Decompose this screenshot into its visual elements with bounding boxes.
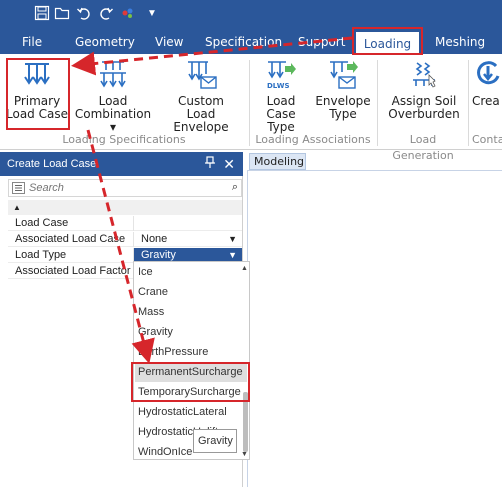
group-separator [468, 60, 469, 146]
menu-bar: File Geometry View Specification Support… [0, 30, 502, 54]
dropdown-item-temporary-surcharge[interactable]: TemporarySurcharge [138, 382, 241, 402]
dropdown-item-ice[interactable]: Ice [138, 262, 153, 282]
associated-load-case-select[interactable]: None ▼ [133, 232, 242, 247]
categorize-icon[interactable] [12, 182, 25, 197]
dropdown-arrow-icon[interactable]: ▼ [144, 5, 160, 23]
collapse-icon[interactable]: ▲ [13, 200, 21, 215]
primary-load-case-button[interactable]: Primary Load Case [4, 56, 70, 132]
dropdown-item-crane[interactable]: Crane [138, 282, 168, 302]
modeling-viewport[interactable] [247, 170, 502, 487]
undo-icon[interactable] [76, 5, 92, 23]
group-label-conta: Conta [472, 133, 502, 146]
dropdown-item-wind-on-ice[interactable]: WindOnIce [138, 442, 192, 462]
group-label-loading-associations: Loading Associations [255, 133, 371, 146]
load-combination-button[interactable]: Load Combination ▾ [72, 56, 154, 134]
open-folder-icon[interactable] [54, 5, 70, 23]
property-name: Load Type [15, 249, 67, 261]
close-icon[interactable]: ✕ [223, 152, 235, 176]
dropdown-item-permanent-surcharge[interactable]: PermanentSurcharge [138, 362, 243, 382]
load-case-type-icon: DLWS [252, 58, 310, 95]
chevron-down-icon[interactable]: ▼ [228, 232, 237, 247]
title-bar: ▼ [0, 0, 502, 30]
load-case-value[interactable] [133, 216, 242, 231]
pin-icon[interactable] [205, 152, 215, 176]
property-name: Associated Load Factor [15, 265, 131, 277]
assign-soil-overburden-label-2: Overburden [388, 107, 460, 121]
custom-load-envelope-button[interactable]: Custom Load Envelope [158, 56, 244, 134]
create-label: Crea [472, 94, 500, 108]
panel-title: Create Load Case [7, 158, 97, 170]
tab-modeling[interactable]: Modeling [249, 153, 306, 170]
tab-meshing[interactable]: Meshing [435, 30, 485, 54]
tab-file[interactable]: File [22, 30, 42, 54]
load-case-type-button[interactable]: DLWS Load Case Type [252, 56, 310, 134]
property-name: Load Case [15, 217, 69, 229]
tab-support[interactable]: Support [298, 30, 345, 54]
custom-load-envelope-icon [158, 58, 244, 95]
tab-view[interactable]: View [155, 30, 183, 54]
scroll-up-icon[interactable]: ▲ [241, 265, 248, 272]
property-row-associated-load-case: Associated Load Case None ▼ [8, 232, 242, 247]
assign-soil-overburden-icon [384, 58, 464, 95]
dlws-badge: DLWS [267, 82, 290, 90]
envelope-type-icon [312, 58, 374, 95]
tab-specification[interactable]: Specification [205, 30, 282, 54]
dropdown-item-mass[interactable]: Mass [138, 302, 164, 322]
load-combination-icon [72, 58, 154, 95]
group-separator [249, 60, 250, 146]
panel-header: Create Load Case ✕ [0, 152, 243, 176]
dropdown-item-gravity[interactable]: Gravity [138, 322, 173, 342]
dropdown-item-hydrostatic-lateral[interactable]: HydrostaticLateral [138, 402, 227, 422]
assign-soil-overburden-button[interactable]: Assign Soil Overburden [384, 56, 464, 132]
associated-load-case-value: None [141, 233, 168, 245]
scroll-down-icon[interactable]: ▼ [241, 451, 248, 458]
dropdown-scrollbar[interactable] [243, 392, 248, 452]
group-label-loading-specifications: Loading Specifications [62, 133, 186, 146]
create-button[interactable]: Crea [472, 56, 502, 132]
property-name: Associated Load Case [15, 233, 126, 245]
load-combination-label-2: Combination ▾ [74, 107, 152, 134]
ribbon: Primary Load Case Load Combination ▾ Cus… [0, 54, 502, 162]
primary-load-case-icon [4, 58, 70, 95]
create-icon [476, 58, 502, 95]
group-label-load-generation: Load Generation [392, 133, 454, 162]
custom-load-envelope-label-2: Load Envelope [173, 107, 229, 134]
envelope-type-button[interactable]: Envelope Type [312, 56, 374, 132]
primary-load-case-label-2: Load Case [6, 107, 68, 121]
property-section-header[interactable]: ▲ [8, 200, 242, 215]
search-box[interactable]: ⌕ [8, 179, 242, 197]
search-input[interactable] [29, 181, 219, 195]
save-icon[interactable] [34, 5, 50, 23]
group-separator [377, 60, 378, 146]
envelope-type-label-2: Type [329, 107, 357, 121]
property-row-load-case: Load Case [8, 216, 242, 231]
search-icon[interactable]: ⌕ [232, 181, 238, 194]
redo-icon[interactable] [98, 5, 114, 23]
load-case-type-label-2: Case Type [266, 107, 296, 134]
load-type-value: Gravity [141, 249, 176, 261]
color-picker-icon[interactable] [120, 5, 136, 23]
tooltip: Gravity [193, 429, 237, 453]
tab-geometry[interactable]: Geometry [75, 30, 135, 54]
dropdown-item-earth-pressure[interactable]: EarthPressure [138, 342, 208, 362]
tab-loading[interactable]: Loading [356, 30, 419, 54]
